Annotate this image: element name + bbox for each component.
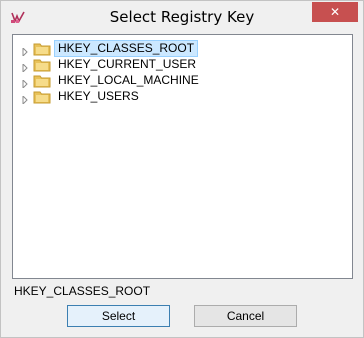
tree-item-label: HKEY_CURRENT_USER bbox=[58, 57, 197, 71]
expand-arrow-icon[interactable] bbox=[21, 93, 29, 106]
cancel-button-label: Cancel bbox=[226, 309, 265, 323]
tree-item-label: HKEY_LOCAL_MACHINE bbox=[58, 73, 199, 87]
registry-tree-view[interactable]: HKEY_CLASSES_ROOT HKEY_CURRENT_USER HKEY… bbox=[12, 34, 353, 279]
tree-item-label: HKEY_CLASSES_ROOT bbox=[54, 40, 199, 57]
tree-item-hkey-users[interactable]: HKEY_USERS bbox=[13, 89, 213, 106]
folder-icon bbox=[33, 57, 51, 73]
folder-icon bbox=[33, 41, 51, 57]
close-icon: ✕ bbox=[329, 5, 341, 19]
cancel-button[interactable]: Cancel bbox=[194, 305, 297, 327]
expand-arrow-icon[interactable] bbox=[21, 61, 29, 74]
select-button-label: Select bbox=[101, 309, 136, 323]
dialog-window: Select Registry Key ✕ HKEY_CLASSES_ROOT bbox=[0, 0, 364, 338]
tree-item-hkey-current-user[interactable]: HKEY_CURRENT_USER bbox=[13, 57, 213, 74]
select-button[interactable]: Select bbox=[67, 305, 170, 327]
tree-item-hkey-classes-root[interactable]: HKEY_CLASSES_ROOT bbox=[13, 40, 213, 58]
expand-arrow-icon[interactable] bbox=[21, 45, 29, 58]
expand-arrow-icon[interactable] bbox=[21, 77, 29, 90]
close-button[interactable]: ✕ bbox=[312, 2, 358, 22]
folder-icon bbox=[33, 73, 51, 89]
tree-item-label: HKEY_USERS bbox=[58, 89, 139, 103]
tree-item-hkey-local-machine[interactable]: HKEY_LOCAL_MACHINE bbox=[13, 73, 213, 90]
window-title: Select Registry Key bbox=[109, 8, 255, 26]
title-bar[interactable]: Select Registry Key ✕ bbox=[1, 1, 363, 32]
folder-icon bbox=[33, 89, 51, 105]
dialog-body: HKEY_CLASSES_ROOT HKEY_CURRENT_USER HKEY… bbox=[8, 32, 356, 332]
selected-key-path: HKEY_CLASSES_ROOT bbox=[14, 284, 151, 298]
